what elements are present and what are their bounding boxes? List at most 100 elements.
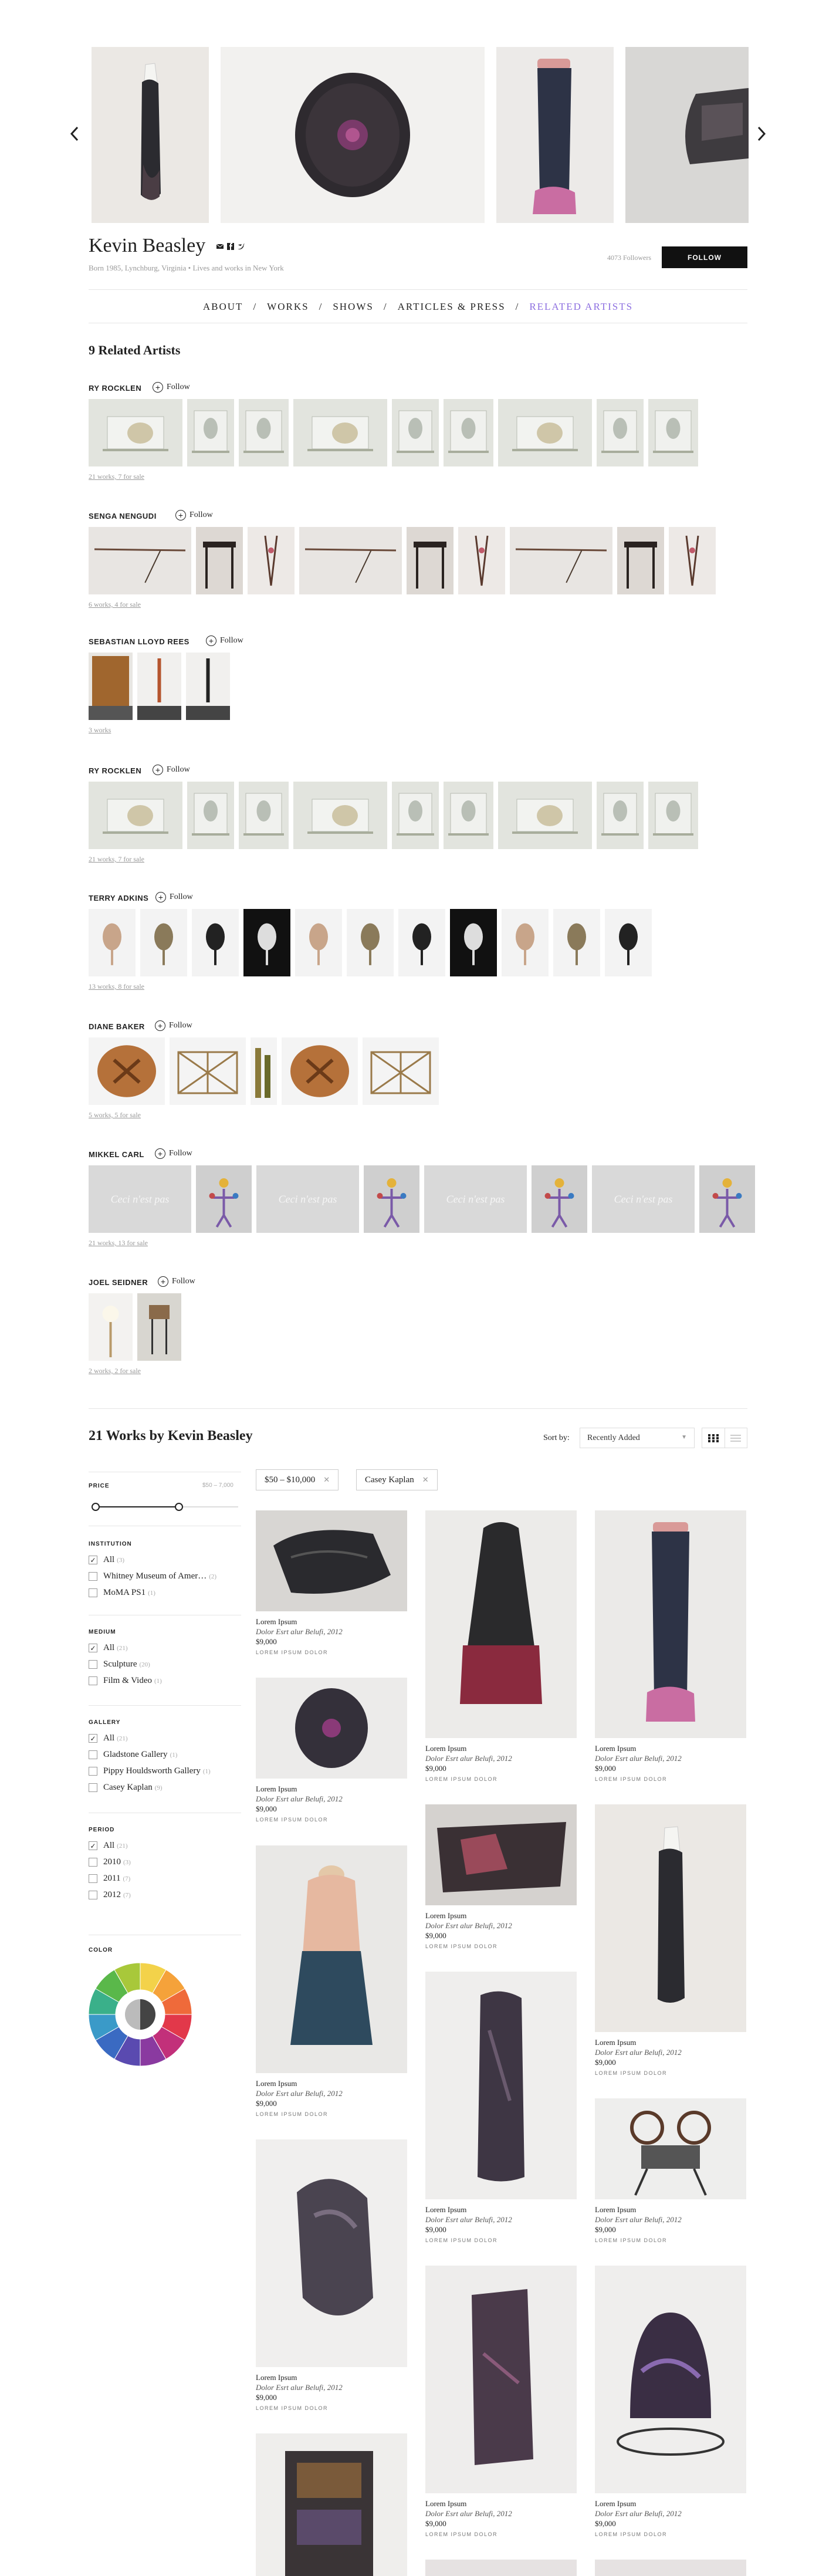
institution-filter-option[interactable]: ✓ All (3): [89, 1555, 124, 1565]
related-artwork-thumbnail[interactable]: [617, 527, 664, 594]
checkbox-checked-icon[interactable]: ✓: [89, 1841, 97, 1850]
tab-works[interactable]: WORKS: [267, 301, 309, 313]
artwork-title[interactable]: Lorem Ipsum: [595, 2038, 636, 2047]
checkbox-icon[interactable]: [89, 1750, 97, 1759]
related-artwork-thumbnail[interactable]: [187, 782, 234, 849]
slider-handle-low[interactable]: [92, 1503, 100, 1511]
related-artwork-thumbnail[interactable]: [293, 782, 387, 849]
related-artwork-thumbnail[interactable]: [363, 1037, 439, 1105]
email-icon[interactable]: [216, 242, 224, 251]
related-artwork-thumbnail[interactable]: [450, 909, 497, 976]
related-artwork-thumbnail[interactable]: [699, 1165, 755, 1233]
carousel-next-arrow[interactable]: [753, 122, 770, 146]
related-artwork-thumbnail[interactable]: [597, 399, 644, 466]
follow-related-artist-button[interactable]: + Follow: [155, 892, 193, 902]
artwork-image[interactable]: [595, 2560, 746, 2576]
artwork-gallery-link[interactable]: LOREM IPSUM DOLOR: [425, 1776, 497, 1782]
follow-related-artist-button[interactable]: + Follow: [158, 1276, 195, 1287]
related-artwork-thumbnail[interactable]: [89, 782, 182, 849]
artwork-title[interactable]: Lorem Ipsum: [425, 2205, 466, 2215]
artwork-image[interactable]: [595, 1804, 746, 2032]
related-artwork-thumbnail[interactable]: [89, 399, 182, 466]
related-artist-work-count[interactable]: 21 works, 7 for sale: [89, 855, 144, 864]
related-artwork-thumbnail[interactable]: [89, 527, 191, 594]
artwork-image[interactable]: [256, 1845, 407, 2073]
gallery-filter-option[interactable]: Gladstone Gallery (1): [89, 1750, 177, 1760]
follow-related-artist-button[interactable]: + Follow: [155, 1148, 192, 1159]
tab-articles-press[interactable]: ARTICLES & PRESS: [398, 301, 506, 313]
medium-filter-option[interactable]: ✓ All (21): [89, 1643, 128, 1653]
gallery-filter-option[interactable]: Casey Kaplan (9): [89, 1783, 163, 1793]
related-artwork-thumbnail[interactable]: [532, 1165, 587, 1233]
related-artwork-thumbnail[interactable]: [669, 527, 716, 594]
related-artist-work-count[interactable]: 5 works, 5 for sale: [89, 1111, 141, 1120]
related-artwork-thumbnail[interactable]: [458, 527, 505, 594]
related-artwork-thumbnail[interactable]: [407, 527, 453, 594]
related-artwork-thumbnail[interactable]: [605, 909, 652, 976]
checkbox-icon[interactable]: [89, 1767, 97, 1776]
related-artist-work-count[interactable]: 3 works: [89, 726, 111, 735]
related-artwork-thumbnail[interactable]: [170, 1037, 246, 1105]
related-artist-name[interactable]: SEBASTIAN LLOYD REES: [89, 637, 189, 646]
related-artwork-thumbnail[interactable]: [186, 653, 230, 720]
related-artwork-thumbnail[interactable]: [293, 399, 387, 466]
related-artwork-thumbnail[interactable]: Ceci n'est pas: [89, 1165, 191, 1233]
carousel-artwork[interactable]: [496, 47, 614, 223]
related-artist-name[interactable]: RY ROCKLEN: [89, 384, 141, 393]
follow-related-artist-button[interactable]: + Follow: [153, 382, 190, 393]
related-artist-name[interactable]: MIKKEL CARL: [89, 1150, 144, 1159]
artwork-title[interactable]: Lorem Ipsum: [256, 2079, 297, 2088]
artwork-image[interactable]: [595, 2266, 746, 2493]
period-filter-option[interactable]: 2012 (7): [89, 1890, 131, 1900]
related-artwork-thumbnail[interactable]: [248, 527, 295, 594]
related-artwork-thumbnail[interactable]: [648, 782, 698, 849]
related-artwork-thumbnail[interactable]: [553, 909, 600, 976]
related-artwork-thumbnail[interactable]: [89, 653, 133, 720]
related-artwork-thumbnail[interactable]: [239, 399, 289, 466]
related-artwork-thumbnail[interactable]: [89, 1037, 165, 1105]
related-artwork-thumbnail[interactable]: [498, 782, 592, 849]
period-filter-option[interactable]: 2011 (7): [89, 1874, 130, 1884]
related-artwork-thumbnail[interactable]: [243, 909, 290, 976]
artwork-image[interactable]: [256, 2433, 407, 2576]
related-artwork-thumbnail[interactable]: [196, 527, 243, 594]
related-artwork-thumbnail[interactable]: Ceci n'est pas: [592, 1165, 695, 1233]
related-artwork-thumbnail[interactable]: [295, 909, 342, 976]
artwork-gallery-link[interactable]: LOREM IPSUM DOLOR: [256, 1649, 328, 1655]
related-artwork-thumbnail[interactable]: [502, 909, 549, 976]
related-artist-name[interactable]: JOEL SEIDNER: [89, 1278, 148, 1287]
related-artwork-thumbnail[interactable]: [597, 782, 644, 849]
artwork-image[interactable]: [425, 2266, 577, 2493]
related-artwork-thumbnail[interactable]: [282, 1037, 358, 1105]
sort-dropdown[interactable]: Recently Added ▼: [580, 1428, 695, 1448]
artwork-gallery-link[interactable]: LOREM IPSUM DOLOR: [256, 1817, 328, 1823]
artwork-title[interactable]: Lorem Ipsum: [256, 2373, 297, 2382]
twitter-icon[interactable]: [237, 242, 245, 251]
related-artist-work-count[interactable]: 21 works, 7 for sale: [89, 472, 144, 481]
related-artist-work-count[interactable]: 2 works, 2 for sale: [89, 1367, 141, 1375]
slider-handle-high[interactable]: [174, 1503, 183, 1511]
related-artist-name[interactable]: SENGA NENGUDI: [89, 512, 157, 520]
price-slider[interactable]: [92, 1503, 238, 1511]
medium-filter-option[interactable]: Sculpture (20): [89, 1659, 150, 1669]
artwork-image[interactable]: [425, 1804, 577, 1905]
artwork-image[interactable]: [256, 1678, 407, 1779]
artwork-image[interactable]: [256, 2139, 407, 2367]
artwork-gallery-link[interactable]: LOREM IPSUM DOLOR: [595, 1776, 667, 1782]
artwork-gallery-link[interactable]: LOREM IPSUM DOLOR: [425, 1943, 497, 1949]
artwork-image[interactable]: [256, 1510, 407, 1611]
related-artwork-thumbnail[interactable]: [444, 782, 493, 849]
checkbox-checked-icon[interactable]: ✓: [89, 1734, 97, 1743]
medium-filter-option[interactable]: Film & Video (1): [89, 1676, 162, 1686]
gallery-filter-option[interactable]: ✓ All (21): [89, 1733, 128, 1743]
checkbox-icon[interactable]: [89, 1891, 97, 1899]
artwork-gallery-link[interactable]: LOREM IPSUM DOLOR: [425, 2237, 497, 2243]
related-artwork-thumbnail[interactable]: [364, 1165, 419, 1233]
related-artwork-thumbnail[interactable]: [347, 909, 394, 976]
period-filter-option[interactable]: ✓ All (21): [89, 1841, 128, 1851]
related-artist-name[interactable]: DIANE BAKER: [89, 1022, 145, 1031]
artwork-gallery-link[interactable]: LOREM IPSUM DOLOR: [595, 2237, 667, 2243]
checkbox-checked-icon[interactable]: ✓: [89, 1556, 97, 1564]
close-icon[interactable]: ✕: [422, 1475, 429, 1485]
artwork-image[interactable]: [425, 1972, 577, 2199]
